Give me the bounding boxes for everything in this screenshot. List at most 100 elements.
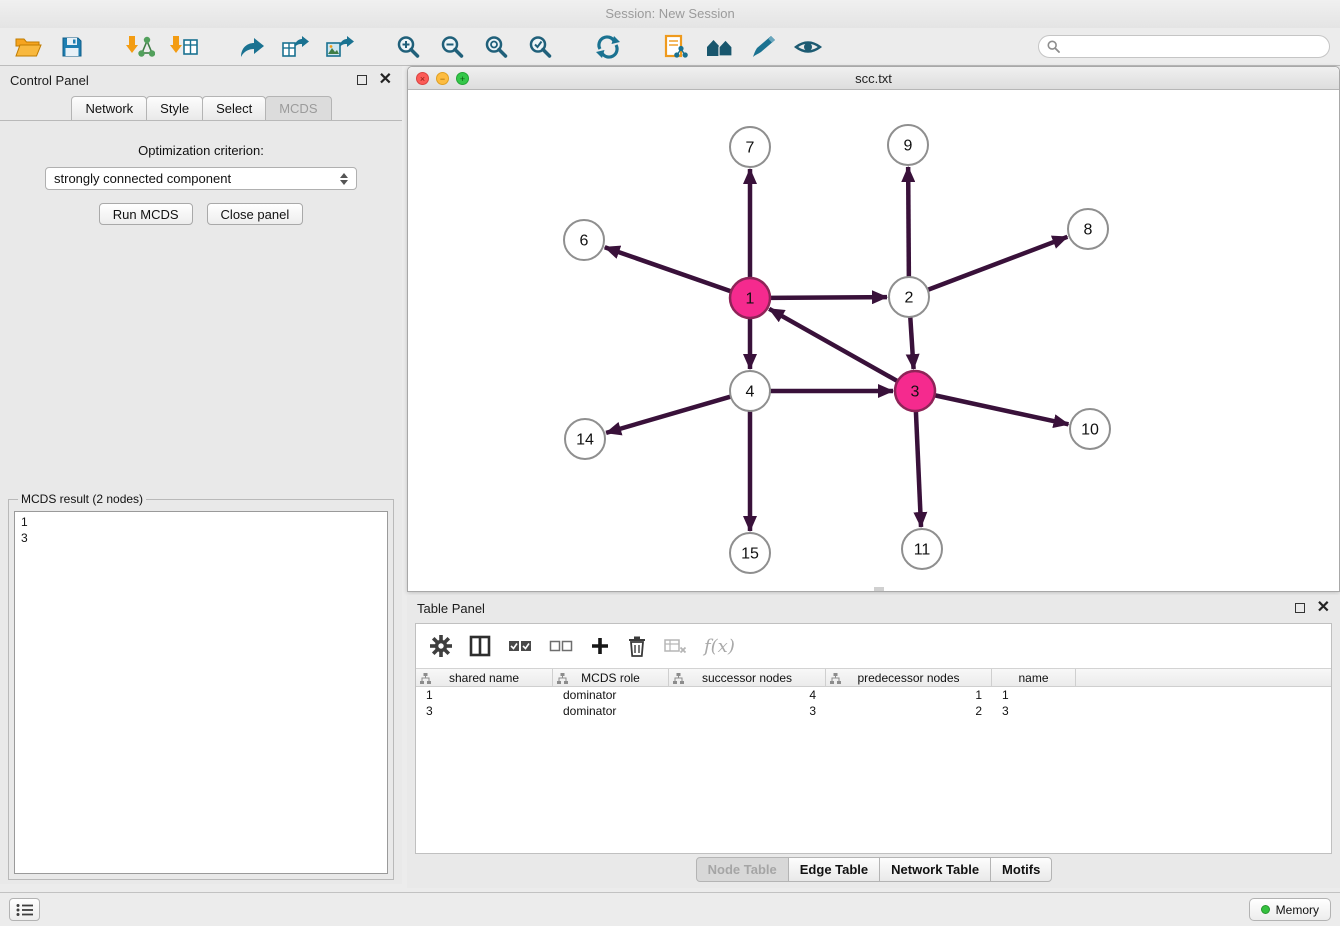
import-network-button[interactable] xyxy=(122,31,158,63)
table-cell[interactable]: dominator xyxy=(553,687,669,703)
show-columns-button[interactable] xyxy=(469,635,491,657)
column-header-predecessor-nodes[interactable]: predecessor nodes xyxy=(826,669,992,686)
node-table-container: f(x) shared name MCDS role successor nod… xyxy=(415,623,1332,854)
memory-button[interactable]: Memory xyxy=(1249,898,1331,921)
zoom-fit-icon xyxy=(483,34,509,60)
graph-edge-1-6[interactable] xyxy=(605,247,731,291)
graph-node-4[interactable]: 4 xyxy=(730,371,770,411)
apply-layout-button[interactable] xyxy=(590,31,626,63)
delete-table-button[interactable] xyxy=(664,637,687,655)
export-table-button[interactable] xyxy=(278,31,314,63)
function-builder-button[interactable]: f(x) xyxy=(704,636,735,657)
zoom-fit-button[interactable] xyxy=(478,31,514,63)
mcds-result-list[interactable]: 13 xyxy=(14,511,388,874)
zoom-out-button[interactable] xyxy=(434,31,470,63)
tab-network[interactable]: Network xyxy=(71,96,147,120)
tab-network-table[interactable]: Network Table xyxy=(879,857,991,882)
table-panel-header: Table Panel ✕ xyxy=(407,595,1340,621)
graph-node-label: 8 xyxy=(1084,222,1093,239)
table-cell[interactable]: 3 xyxy=(416,703,553,719)
graph-node-2[interactable]: 2 xyxy=(889,277,929,317)
graph-node-7[interactable]: 7 xyxy=(730,127,770,167)
graph-edge-2-9[interactable] xyxy=(908,167,909,277)
float-panel-icon[interactable] xyxy=(357,75,367,85)
graph-node-6[interactable]: 6 xyxy=(564,220,604,260)
table-cell[interactable]: 2 xyxy=(826,703,992,719)
close-window-icon[interactable]: × xyxy=(416,72,429,85)
close-panel-icon[interactable]: ✕ xyxy=(379,75,392,85)
tab-select[interactable]: Select xyxy=(202,96,266,120)
minimize-window-icon[interactable]: − xyxy=(436,72,449,85)
table-cell[interactable]: 3 xyxy=(992,703,1076,719)
network-graph[interactable]: 7 9 6 8 1 2 4 3 14 10 15 11 xyxy=(408,91,1339,591)
run-mcds-button[interactable]: Run MCDS xyxy=(99,203,193,225)
close-panel-button[interactable]: Close panel xyxy=(207,203,304,225)
network-canvas[interactable]: 7 9 6 8 1 2 4 3 14 10 15 11 xyxy=(408,91,1339,591)
table-cell[interactable]: 4 xyxy=(669,687,826,703)
window-title: Session: New Session xyxy=(605,6,734,21)
save-session-button[interactable] xyxy=(54,31,90,63)
graph-node-10[interactable]: 10 xyxy=(1070,409,1110,449)
tab-style[interactable]: Style xyxy=(146,96,203,120)
graph-edge-1-2[interactable] xyxy=(770,297,887,298)
resize-grip[interactable] xyxy=(874,587,884,591)
task-list-icon xyxy=(16,903,34,917)
table-cell[interactable]: 3 xyxy=(669,703,826,719)
graph-edge-4-14[interactable] xyxy=(606,397,731,433)
table-settings-button[interactable] xyxy=(430,635,452,657)
zoom-in-button[interactable] xyxy=(390,31,426,63)
graph-edge-3-11[interactable] xyxy=(916,411,921,527)
network-window-titlebar[interactable]: × − + scc.txt xyxy=(408,67,1339,90)
table-row[interactable]: 1dominator411 xyxy=(416,687,1331,703)
graph-edge-2-8[interactable] xyxy=(928,237,1068,290)
table-cell[interactable]: 1 xyxy=(416,687,553,703)
graph-node-9[interactable]: 9 xyxy=(888,125,928,165)
graph-node-15[interactable]: 15 xyxy=(730,533,770,573)
zoom-selected-button[interactable] xyxy=(522,31,558,63)
table-row[interactable]: 3dominator323 xyxy=(416,703,1331,719)
home-button[interactable] xyxy=(702,31,738,63)
create-column-button[interactable] xyxy=(590,636,610,656)
graph-edge-2-3[interactable] xyxy=(910,317,913,369)
deselect-all-button[interactable] xyxy=(549,638,573,654)
graph-node-label: 9 xyxy=(904,138,913,155)
graph-node-label: 6 xyxy=(580,233,589,250)
table-cell[interactable]: dominator xyxy=(553,703,669,719)
optimization-criterion-select[interactable]: strongly connected component xyxy=(45,167,357,190)
float-table-panel-icon[interactable] xyxy=(1295,603,1305,613)
graph-node-1[interactable]: 1 xyxy=(730,278,770,318)
task-history-button[interactable] xyxy=(9,898,40,921)
export-network-button[interactable] xyxy=(234,31,270,63)
export-image-button[interactable] xyxy=(322,31,358,63)
delete-column-button[interactable] xyxy=(627,635,647,657)
show-graphics-button[interactable] xyxy=(790,31,826,63)
graph-edge-3-10[interactable] xyxy=(935,395,1069,424)
column-header-mcds-role[interactable]: MCDS role xyxy=(553,669,669,686)
search-input[interactable] xyxy=(1065,40,1321,54)
graph-edge-3-1[interactable] xyxy=(769,309,897,381)
column-header-name[interactable]: name xyxy=(992,669,1076,686)
table-cell[interactable]: 1 xyxy=(992,687,1076,703)
graph-node-3[interactable]: 3 xyxy=(895,371,935,411)
zoom-window-icon[interactable]: + xyxy=(456,72,469,85)
style-brush-button[interactable] xyxy=(746,31,782,63)
network-window-title: scc.txt xyxy=(855,71,892,86)
graph-node-11[interactable]: 11 xyxy=(902,529,942,569)
graph-node-14[interactable]: 14 xyxy=(565,419,605,459)
tab-edge-table[interactable]: Edge Table xyxy=(788,857,880,882)
close-table-panel-icon[interactable]: ✕ xyxy=(1317,603,1330,613)
delete-table-icon xyxy=(664,637,687,655)
import-table-button[interactable] xyxy=(166,31,202,63)
tab-motifs[interactable]: Motifs xyxy=(990,857,1052,882)
tab-node-table[interactable]: Node Table xyxy=(696,857,789,882)
table-cell[interactable]: 1 xyxy=(826,687,992,703)
column-header-successor-nodes[interactable]: successor nodes xyxy=(669,669,826,686)
open-session-button[interactable] xyxy=(10,31,46,63)
select-stepper-icon xyxy=(340,173,348,185)
search-field[interactable] xyxy=(1038,35,1330,58)
tab-mcds[interactable]: MCDS xyxy=(265,96,331,120)
graph-node-8[interactable]: 8 xyxy=(1068,209,1108,249)
select-all-button[interactable] xyxy=(508,638,532,654)
column-header-shared-name[interactable]: shared name xyxy=(416,669,553,686)
clipboard-network-button[interactable] xyxy=(658,31,694,63)
